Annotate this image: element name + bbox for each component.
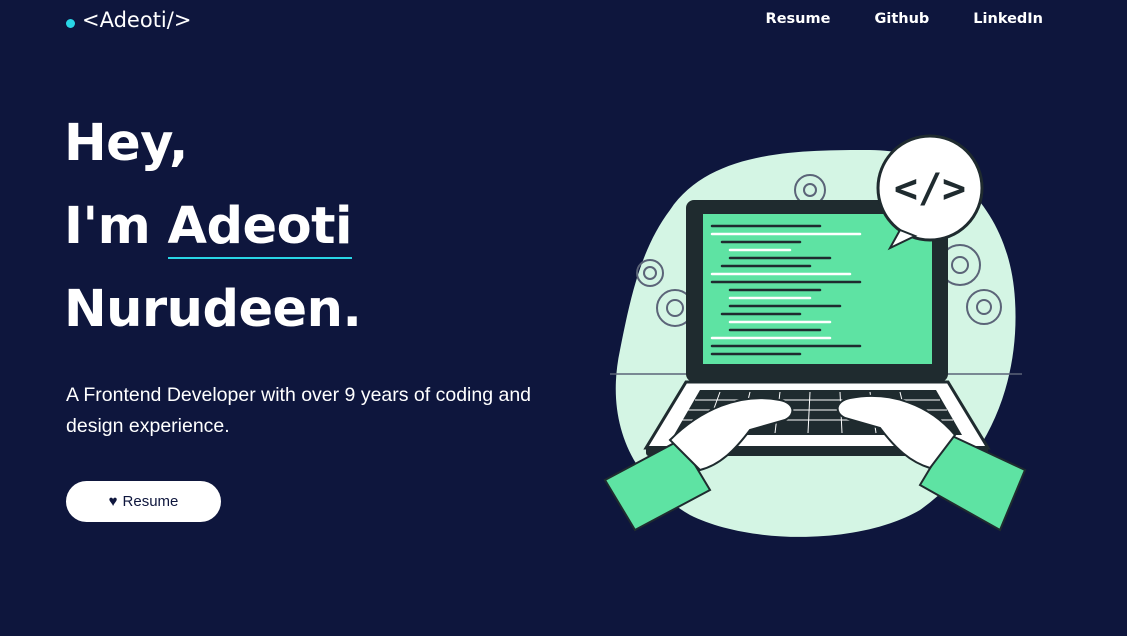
- logo[interactable]: <Adeoti/>: [66, 8, 191, 32]
- logo-text: <Adeoti/>: [82, 8, 192, 32]
- nav-link-linkedin[interactable]: LinkedIn: [973, 11, 1043, 27]
- heart-icon: ♥: [108, 493, 118, 510]
- hero-line-name: I'm Adeoti: [64, 185, 361, 268]
- hero-name-prefix: I'm: [64, 197, 168, 256]
- hero-subtitle: A Frontend Developer with over 9 years o…: [66, 384, 532, 437]
- code-badge-text: </>: [894, 166, 966, 212]
- resume-button[interactable]: ♥ Resume: [66, 481, 221, 522]
- developer-laptop-illustration: </>: [603, 134, 1027, 537]
- resume-button-label: Resume: [122, 493, 179, 510]
- hero-title: Hey, I'm Adeoti Nurudeen.: [64, 102, 362, 351]
- logo-dot-icon: [66, 18, 75, 28]
- nav-link-github[interactable]: Github: [874, 11, 929, 27]
- hero-line-greeting: Hey,: [64, 114, 188, 173]
- hero-first-name: Adeoti: [167, 197, 352, 259]
- top-nav: Resume Github LinkedIn: [766, 11, 1043, 27]
- hero-line-surname: Nurudeen.: [64, 280, 362, 339]
- nav-link-resume[interactable]: Resume: [766, 11, 831, 27]
